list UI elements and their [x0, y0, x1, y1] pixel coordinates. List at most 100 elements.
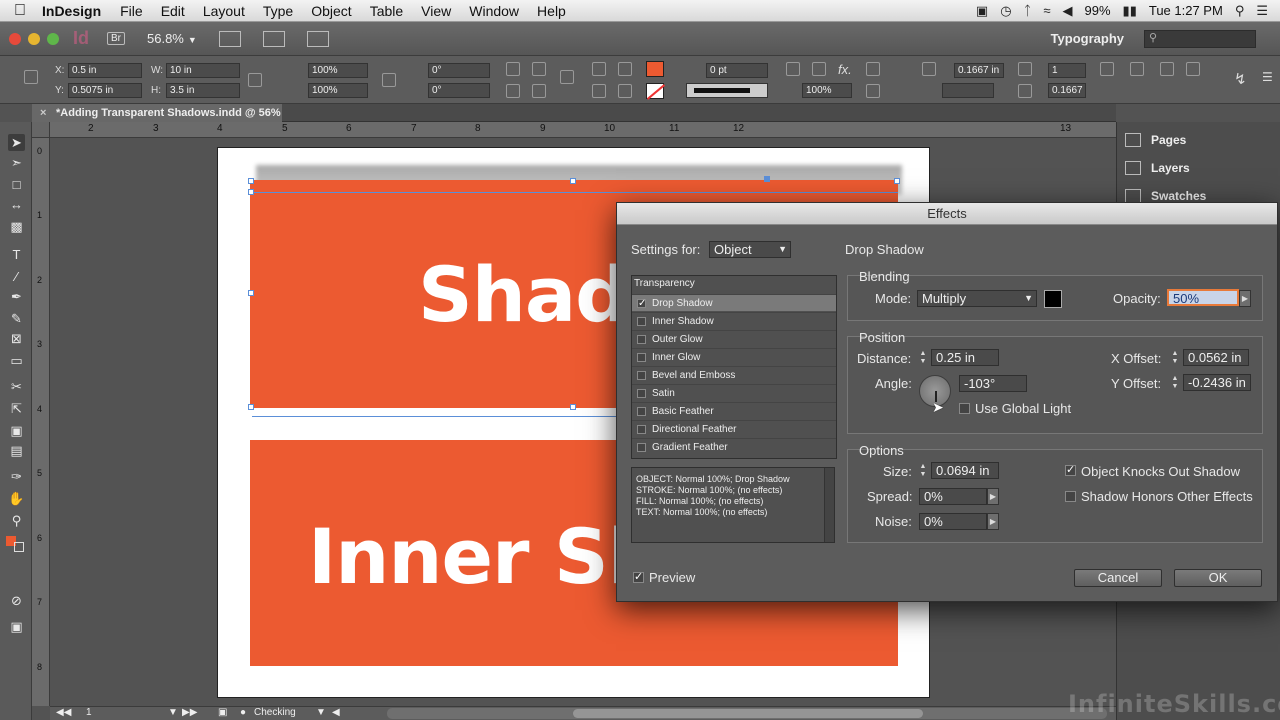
x-offset-stepper[interactable]: ▲ ▼	[1169, 350, 1181, 367]
x-field[interactable]: 0.5 in	[68, 63, 142, 78]
swatches-panel-tab[interactable]: Swatches	[1125, 189, 1206, 203]
eyedropper-tool-icon[interactable]: ✑	[8, 468, 25, 485]
frame-fitting-icon[interactable]	[786, 62, 800, 76]
stroke-swatch[interactable]	[646, 83, 664, 99]
selection-handle[interactable]	[570, 404, 576, 410]
selection-handle[interactable]	[248, 404, 254, 410]
menu-layout[interactable]: Layout	[194, 3, 254, 19]
use-global-light-checkbox[interactable]	[959, 403, 970, 414]
panel-menu-icon[interactable]: ☰	[1262, 70, 1273, 84]
gradient-swatch-tool-icon[interactable]: ▣	[8, 422, 25, 439]
page-select-chevron-icon[interactable]: ▼	[168, 707, 178, 718]
reference-point-icon[interactable]	[24, 70, 38, 84]
constrain-scale-icon[interactable]	[382, 73, 396, 87]
noise-input[interactable]: 0%	[919, 513, 987, 530]
apply-none-icon[interactable]: ⊘	[8, 592, 25, 609]
preview-checkbox[interactable]: ✓	[633, 572, 644, 583]
shear-field[interactable]: 0°	[428, 83, 490, 98]
effect-item-gradient-feather[interactable]: Gradient Feather	[632, 438, 836, 455]
pencil-tool-icon[interactable]: ✎	[8, 310, 25, 327]
h-field[interactable]: 3.5 in	[166, 83, 240, 98]
help-search-input[interactable]: ⚲	[1144, 29, 1256, 48]
effect-item-inner-shadow[interactable]: Inner Shadow	[632, 312, 836, 329]
y-offset-stepper[interactable]: ▲ ▼	[1169, 375, 1181, 392]
blend-mode-select[interactable]: Multiply ▼	[917, 290, 1037, 307]
rectangle-tool-icon[interactable]: ▭	[8, 352, 25, 369]
hand-tool-icon[interactable]: ✋	[8, 490, 25, 507]
next-page-icon[interactable]: ▶▶	[182, 707, 197, 718]
scale-y-field[interactable]: 100%	[308, 83, 368, 98]
checkbox[interactable]	[637, 407, 646, 416]
flip-vertical-icon[interactable]	[532, 84, 546, 98]
effect-item-drop-shadow[interactable]: ✓ Drop Shadow	[632, 294, 836, 311]
auto-fit-icon[interactable]	[922, 62, 936, 76]
gutter-icon[interactable]	[1018, 84, 1032, 98]
size-input[interactable]: 0.0694 in	[931, 462, 999, 479]
menu-view[interactable]: View	[412, 3, 460, 19]
pen-tool-icon[interactable]: ✒	[8, 288, 25, 305]
view-options-icon[interactable]	[218, 30, 241, 47]
screen-mode-icon[interactable]	[262, 30, 285, 47]
type-tool-icon[interactable]: T	[8, 246, 25, 263]
align-icon[interactable]	[1100, 62, 1114, 76]
effect-item-satin[interactable]: Satin	[632, 384, 836, 401]
checkbox[interactable]: ✓	[637, 299, 646, 309]
noise-slider-button[interactable]: ▶	[987, 513, 999, 530]
menu-table[interactable]: Table	[361, 3, 412, 19]
workspace-switcher[interactable]: Typography	[1051, 31, 1124, 46]
select-container-icon[interactable]	[592, 62, 606, 76]
x-offset-input[interactable]: 0.0562 in	[1183, 349, 1249, 366]
offset-field[interactable]: 0.1667 in	[954, 63, 1004, 78]
arrange-icon[interactable]	[1160, 62, 1174, 76]
scale-x-field[interactable]: 100%	[308, 63, 368, 78]
pages-panel-tab[interactable]: Pages	[1125, 133, 1186, 147]
fill-swatch[interactable]	[646, 61, 664, 77]
transform-again-icon[interactable]	[1186, 62, 1200, 76]
time-machine-icon[interactable]: ◷	[1000, 3, 1011, 19]
corner-options-icon[interactable]	[866, 84, 880, 98]
columns-icon[interactable]	[1018, 62, 1032, 76]
menu-file[interactable]: File	[111, 3, 152, 19]
wifi-icon[interactable]: ≈	[1043, 3, 1050, 18]
menu-type[interactable]: Type	[254, 3, 302, 19]
drop-shadow-icon[interactable]	[812, 62, 826, 76]
effect-item-bevel-emboss[interactable]: Bevel and Emboss	[632, 366, 836, 383]
arrange-documents-icon[interactable]	[306, 30, 329, 47]
y-field[interactable]: 0.5075 in	[68, 83, 142, 98]
direct-selection-tool-icon[interactable]: ➣	[8, 154, 25, 171]
checkbox[interactable]	[637, 371, 646, 380]
selection-handle[interactable]	[894, 178, 900, 184]
effect-item-basic-feather[interactable]: Basic Feather	[632, 402, 836, 419]
preflight-menu-icon[interactable]: ▼	[316, 707, 326, 718]
battery-percent[interactable]: 99%	[1085, 3, 1111, 18]
select-content-icon[interactable]	[618, 62, 632, 76]
constrain-proportions-icon[interactable]	[248, 73, 262, 87]
angle-input[interactable]: -103°	[959, 375, 1027, 392]
opacity-input[interactable]: 50%	[1167, 289, 1239, 306]
ruler-origin[interactable]	[32, 122, 50, 138]
settings-for-select[interactable]: Object ▼	[709, 241, 791, 258]
zoom-tool-icon[interactable]: ⚲	[8, 512, 25, 529]
rotate-cw-icon[interactable]	[506, 62, 520, 76]
checkbox[interactable]	[637, 425, 646, 434]
stroke-color-icon[interactable]	[14, 542, 24, 552]
line-tool-icon[interactable]: ∕	[8, 268, 25, 285]
effect-item-outer-glow[interactable]: Outer Glow	[632, 330, 836, 347]
selection-tool-icon[interactable]: ➤	[8, 134, 25, 151]
free-transform-tool-icon[interactable]: ⇱	[8, 400, 25, 417]
scrollbar-thumb[interactable]	[573, 709, 923, 718]
text-wrap-icon[interactable]	[866, 62, 880, 76]
rotation-field[interactable]: 0°	[428, 63, 490, 78]
notification-list-icon[interactable]: ☰	[1256, 3, 1268, 19]
page-number-field[interactable]: 1	[86, 707, 92, 718]
volume-icon[interactable]: ◀	[1063, 3, 1073, 19]
close-window-button[interactable]	[9, 32, 21, 45]
distance-stepper[interactable]: ▲ ▼	[917, 350, 929, 367]
selection-handle[interactable]	[764, 176, 770, 182]
checkbox[interactable]	[637, 317, 646, 326]
rectangle-frame-tool-icon[interactable]: ⊠	[8, 330, 25, 347]
stroke-weight-field[interactable]: 0 pt	[706, 63, 768, 78]
summary-scrollbar[interactable]	[824, 468, 834, 542]
select-next-icon[interactable]	[618, 84, 632, 98]
screen-icon[interactable]: ▣	[976, 3, 988, 19]
